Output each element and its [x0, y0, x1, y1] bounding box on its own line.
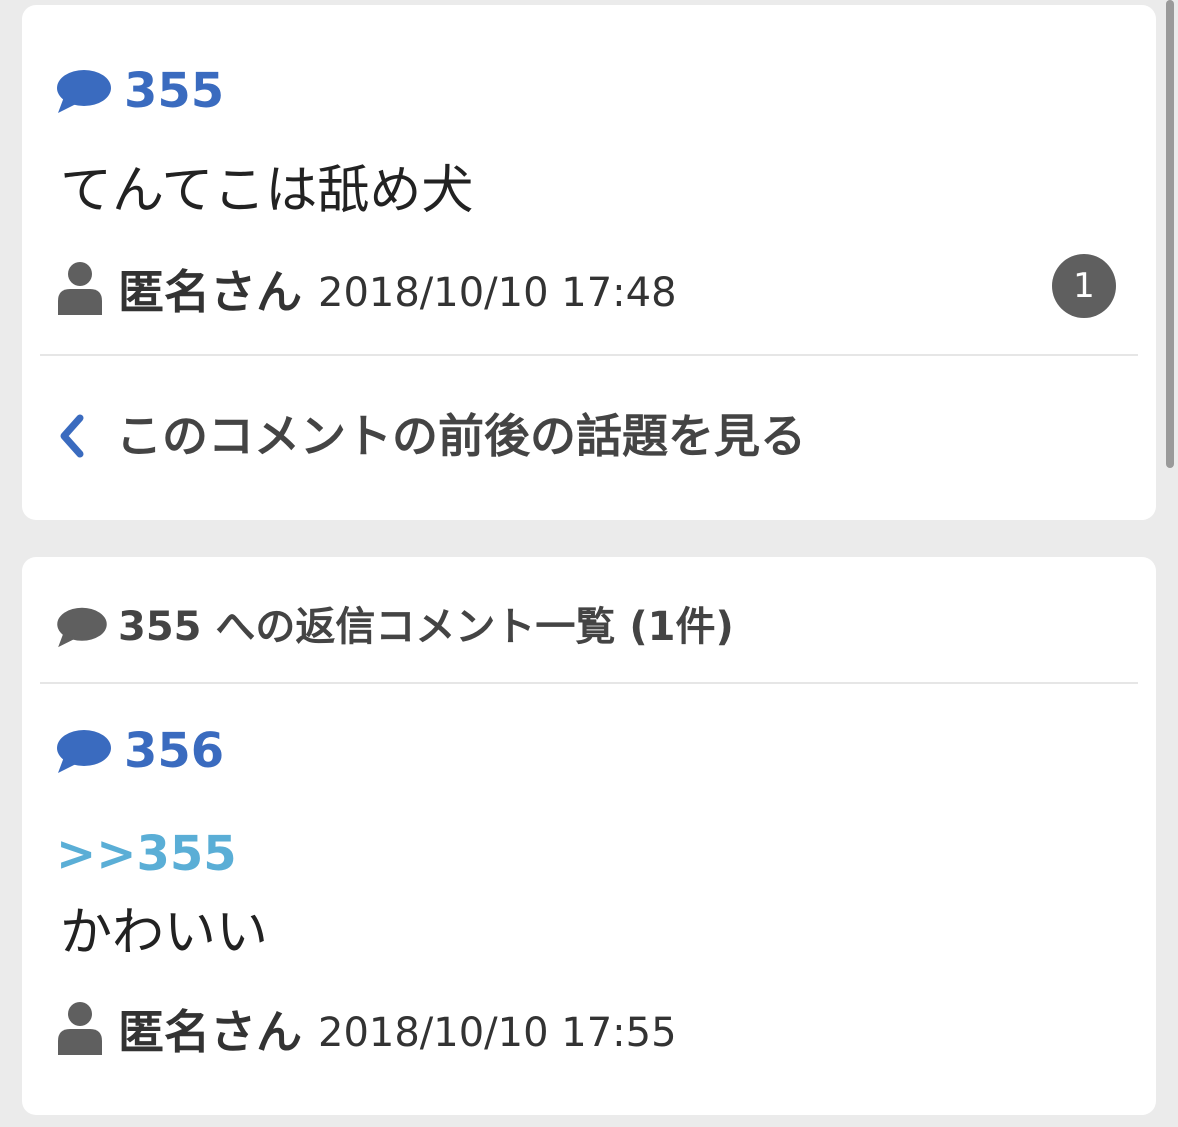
- chevron-left-icon: [60, 414, 84, 458]
- reply-count-badge[interactable]: 1: [1052, 254, 1116, 318]
- person-icon: [58, 262, 102, 315]
- comment-number-text: 355: [124, 63, 225, 119]
- author-name: 匿名さん: [118, 265, 302, 319]
- view-context-label: このコメントの前後の話題を見る: [116, 409, 806, 463]
- divider: [40, 354, 1138, 356]
- post-date: 2018/10/10 17:55: [318, 1010, 677, 1056]
- comment-body: てんてこは舐め犬: [60, 161, 474, 221]
- comment-body: かわいい: [60, 903, 269, 963]
- comment-meta: 匿名さん 2018/10/10 17:55: [56, 1001, 677, 1055]
- comment-number[interactable]: 356: [56, 727, 224, 775]
- comment-card: 355 てんてこは舐め犬 匿名さん 2018/10/10 17:48 1 このコ…: [22, 5, 1156, 520]
- comment-meta: 匿名さん 2018/10/10 17:48: [56, 261, 677, 315]
- reply-anchor-link[interactable]: >>355: [56, 830, 237, 878]
- post-date: 2018/10/10 17:48: [318, 270, 677, 316]
- replies-card: 355 への返信コメント一覧 (1件) 356 >>355 かわいい 匿名さん …: [22, 557, 1156, 1115]
- speech-bubble-icon: [57, 730, 111, 773]
- speech-bubble-icon: [57, 607, 107, 648]
- scrollbar[interactable]: [1166, 0, 1174, 468]
- author-name: 匿名さん: [118, 1005, 302, 1059]
- divider: [40, 682, 1138, 684]
- person-icon: [58, 1002, 102, 1055]
- replies-header: 355 への返信コメント一覧 (1件): [56, 605, 734, 649]
- comment-number-text: 356: [124, 723, 225, 779]
- view-context-link[interactable]: このコメントの前後の話題を見る: [56, 413, 806, 459]
- replies-header-label: 355 への返信コメント一覧 (1件): [118, 604, 734, 650]
- speech-bubble-icon: [57, 70, 111, 113]
- comment-number[interactable]: 355: [56, 67, 224, 115]
